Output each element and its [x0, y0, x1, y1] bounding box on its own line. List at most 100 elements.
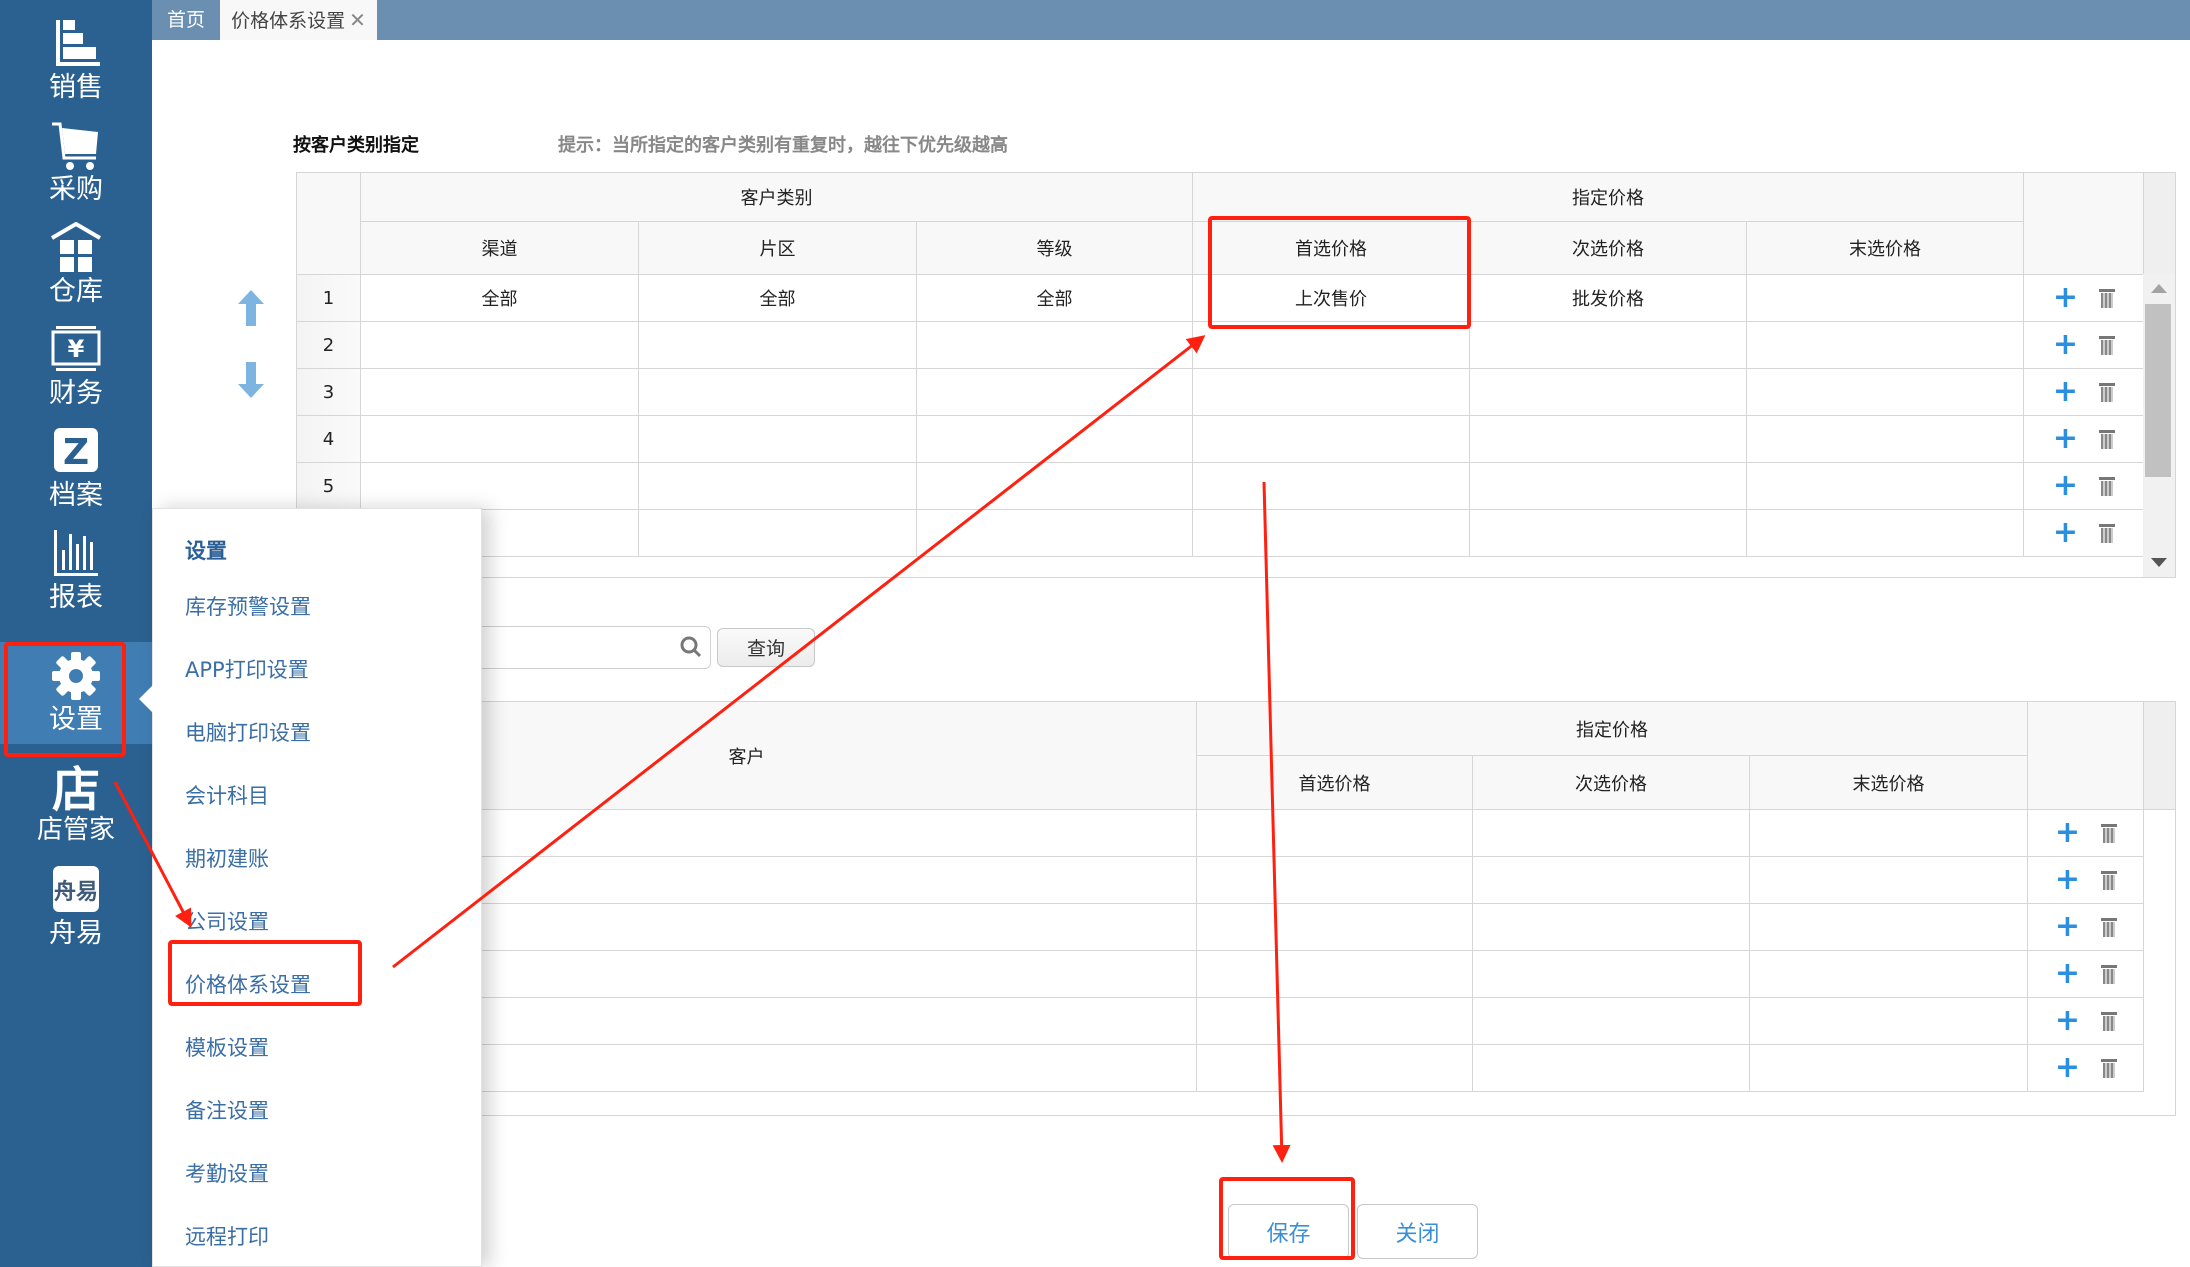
table-cell[interactable]	[1197, 951, 1473, 998]
delete-row-icon[interactable]	[2099, 429, 2116, 449]
add-row-icon[interactable]: +	[2053, 283, 2078, 313]
sidebar-item-reports[interactable]: 报表	[0, 520, 152, 622]
table-cell[interactable]	[917, 416, 1193, 463]
table-cell[interactable]	[1193, 416, 1470, 463]
menu-item[interactable]: 考勤设置	[185, 1158, 269, 1188]
scroll-thumb[interactable]	[2145, 304, 2171, 477]
menu-item[interactable]: 电脑打印设置	[185, 717, 311, 747]
table-cell[interactable]	[1747, 322, 2024, 369]
delete-row-icon[interactable]	[2101, 917, 2118, 937]
table-cell[interactable]	[1473, 1045, 1750, 1092]
close-icon[interactable]: ✕	[349, 8, 366, 32]
table-cell[interactable]	[1473, 810, 1750, 857]
table-cell[interactable]	[1193, 369, 1470, 416]
table-cell[interactable]	[361, 369, 639, 416]
table-cell[interactable]: 全部	[639, 275, 917, 322]
menu-item[interactable]: 期初建账	[185, 843, 269, 873]
table-cell[interactable]: 全部	[361, 275, 639, 322]
save-button[interactable]: 保存	[1228, 1204, 1349, 1259]
delete-row-icon[interactable]	[2099, 476, 2116, 496]
query-button[interactable]: 查询	[717, 628, 815, 667]
table-cell[interactable]	[1193, 322, 1470, 369]
table-cell[interactable]	[1750, 1045, 2028, 1092]
sidebar-item-zhouyi[interactable]: 舟易 舟易	[0, 856, 152, 958]
sidebar-item-finance[interactable]: ¥ 财务	[0, 316, 152, 418]
delete-row-icon[interactable]	[2101, 964, 2118, 984]
move-up-arrow-icon[interactable]	[238, 290, 264, 326]
table-cell[interactable]	[917, 463, 1193, 510]
add-row-icon[interactable]: +	[2055, 1006, 2080, 1036]
table-cell[interactable]	[1470, 463, 1747, 510]
delete-row-icon[interactable]	[2101, 1058, 2118, 1078]
table-cell[interactable]: 全部	[917, 275, 1193, 322]
table-cell[interactable]	[639, 510, 917, 557]
menu-item[interactable]: 价格体系设置	[185, 969, 311, 999]
table-cell[interactable]	[639, 463, 917, 510]
add-row-icon[interactable]: +	[2053, 377, 2078, 407]
table-cell[interactable]	[639, 416, 917, 463]
table-cell[interactable]	[917, 510, 1193, 557]
table-cell[interactable]	[1470, 510, 1747, 557]
menu-item[interactable]: APP打印设置	[185, 654, 309, 684]
add-row-icon[interactable]: +	[2053, 424, 2078, 454]
table-cell[interactable]	[1473, 998, 1750, 1045]
table-cell[interactable]	[1473, 904, 1750, 951]
table-cell[interactable]	[1747, 463, 2024, 510]
table-cell[interactable]	[361, 416, 639, 463]
table-cell[interactable]	[1470, 369, 1747, 416]
table-cell[interactable]	[917, 322, 1193, 369]
move-down-arrow-icon[interactable]	[238, 362, 264, 398]
table-cell[interactable]	[361, 463, 639, 510]
delete-row-icon[interactable]	[2101, 823, 2118, 843]
sidebar-item-store-manager[interactable]: 店 店管家	[0, 752, 152, 854]
table-cell[interactable]: 上次售价	[1193, 275, 1470, 322]
menu-item[interactable]: 公司设置	[185, 906, 269, 936]
table-cell[interactable]	[1747, 275, 2024, 322]
delete-row-icon[interactable]	[2101, 1011, 2118, 1031]
table1-scrollbar[interactable]	[2143, 274, 2175, 577]
table-cell[interactable]	[1193, 510, 1470, 557]
add-row-icon[interactable]: +	[2055, 818, 2080, 848]
sidebar-item-settings[interactable]: 设置	[0, 642, 152, 744]
menu-item[interactable]: 库存预警设置	[185, 591, 311, 621]
table-cell[interactable]	[361, 322, 639, 369]
table-cell[interactable]	[917, 369, 1193, 416]
table-cell[interactable]	[1197, 1045, 1473, 1092]
add-row-icon[interactable]: +	[2053, 518, 2078, 548]
close-button[interactable]: 关闭	[1357, 1204, 1478, 1259]
tab-price-system-settings[interactable]: 价格体系设置 ✕	[220, 0, 377, 40]
table-cell[interactable]	[1193, 463, 1470, 510]
sidebar-item-archive[interactable]: Z 档案	[0, 418, 152, 520]
sidebar-item-sales[interactable]: 销售	[0, 10, 152, 112]
table-cell[interactable]	[1750, 998, 2028, 1045]
menu-item[interactable]: 会计科目	[185, 780, 269, 810]
table-cell[interactable]	[1750, 951, 2028, 998]
menu-item[interactable]: 远程打印	[185, 1221, 269, 1251]
scroll-up-icon[interactable]	[2151, 284, 2167, 293]
delete-row-icon[interactable]	[2099, 523, 2116, 543]
menu-item[interactable]: 备注设置	[185, 1095, 269, 1125]
table-cell[interactable]	[1750, 904, 2028, 951]
table-cell[interactable]	[639, 322, 917, 369]
table-cell[interactable]	[1750, 857, 2028, 904]
sidebar-item-warehouse[interactable]: 仓库	[0, 214, 152, 316]
delete-row-icon[interactable]	[2099, 382, 2116, 402]
table-cell[interactable]	[1473, 857, 1750, 904]
table-cell[interactable]	[1197, 904, 1473, 951]
table-cell[interactable]	[1750, 810, 2028, 857]
table-cell[interactable]: 批发价格	[1470, 275, 1747, 322]
table-cell[interactable]	[1197, 998, 1473, 1045]
delete-row-icon[interactable]	[2101, 870, 2118, 890]
add-row-icon[interactable]: +	[2053, 330, 2078, 360]
delete-row-icon[interactable]	[2099, 288, 2116, 308]
table-cell[interactable]	[639, 369, 917, 416]
add-row-icon[interactable]: +	[2055, 959, 2080, 989]
delete-row-icon[interactable]	[2099, 335, 2116, 355]
table-cell[interactable]	[1197, 857, 1473, 904]
table-cell[interactable]	[1747, 416, 2024, 463]
table-cell[interactable]	[1470, 322, 1747, 369]
tab-home[interactable]: 首页	[152, 0, 220, 40]
search-icon[interactable]	[680, 636, 702, 658]
add-row-icon[interactable]: +	[2053, 471, 2078, 501]
scroll-down-icon[interactable]	[2151, 558, 2167, 567]
